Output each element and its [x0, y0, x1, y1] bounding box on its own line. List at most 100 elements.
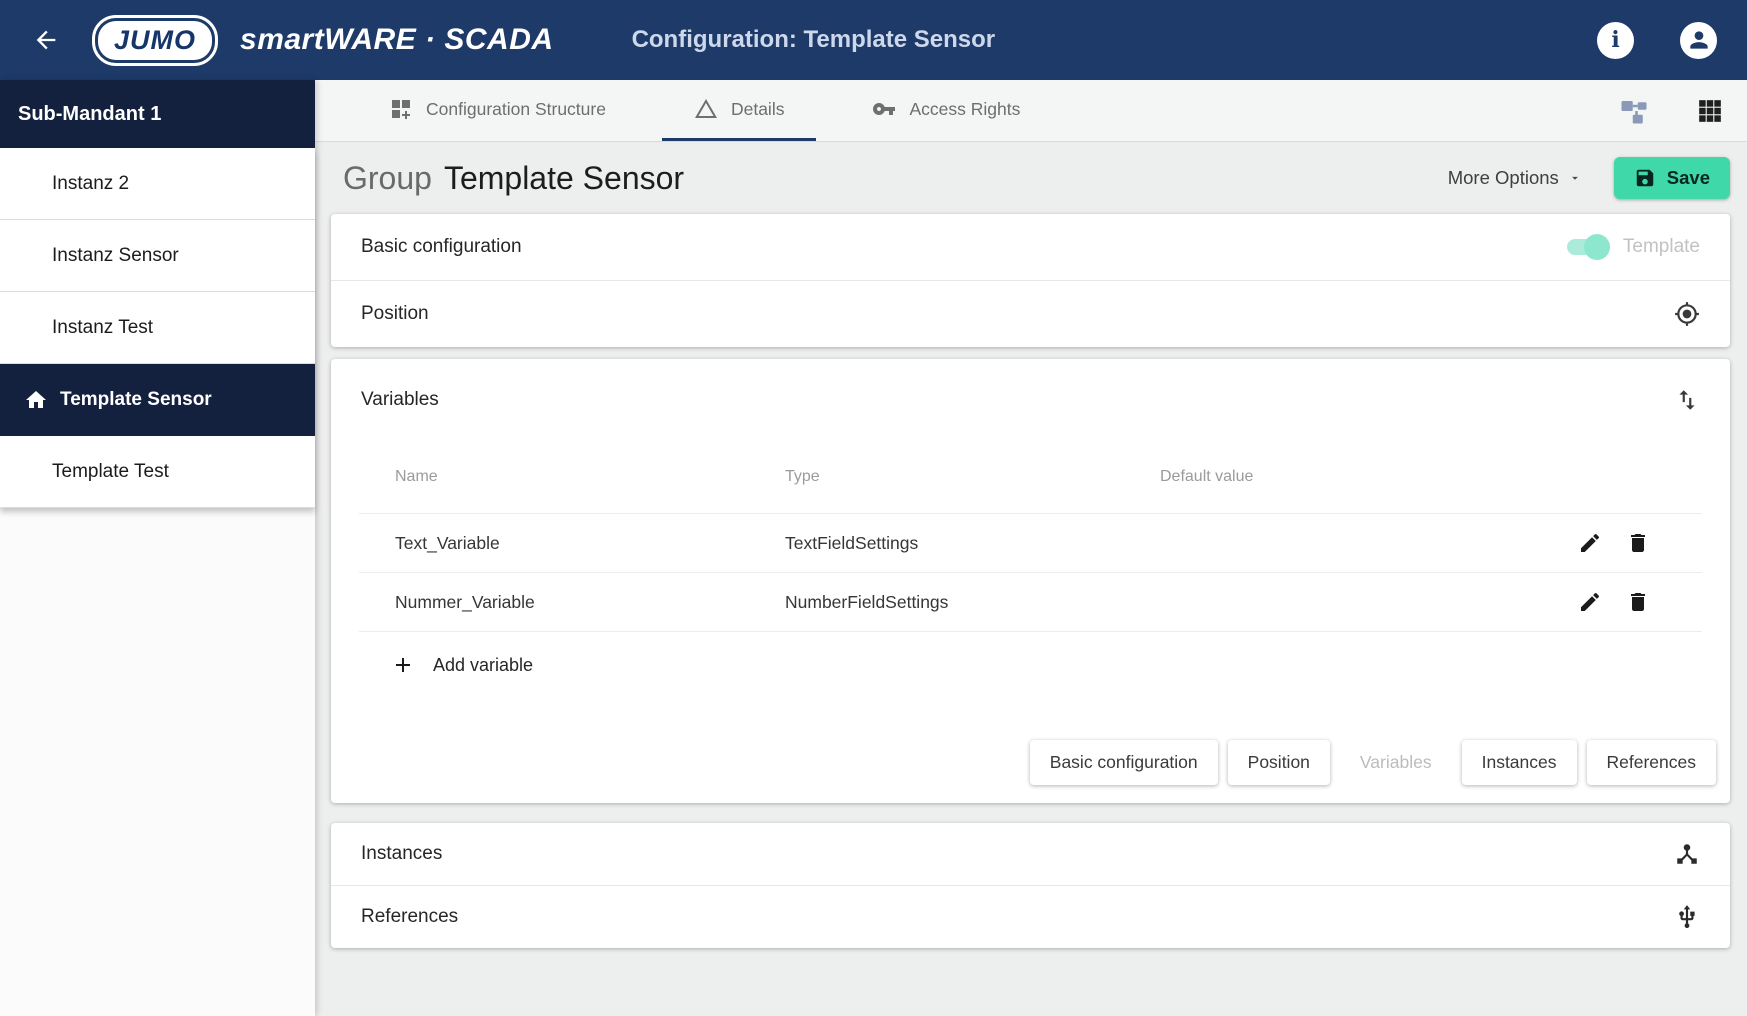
edit-variable-button[interactable]: [1578, 590, 1602, 614]
sidebar-item-instanz-test[interactable]: Instanz Test: [0, 292, 315, 364]
column-header-type: Type: [785, 468, 1160, 486]
card-variables: Variables Name Type Default value: [331, 359, 1730, 803]
card-basic-configuration: Basic configuration Template Position: [331, 214, 1730, 347]
topbar: JUMO smartWARE · SCADA Configuration: Te…: [0, 0, 1747, 80]
back-arrow-icon: [32, 26, 60, 54]
references-usb-button[interactable]: [1674, 904, 1700, 930]
tab-access-rights[interactable]: Access Rights: [840, 80, 1052, 141]
references-label: References: [361, 906, 458, 928]
reorder-variables-button[interactable]: [1674, 387, 1700, 413]
sidebar-item-label: Template Sensor: [60, 389, 212, 411]
position-label: Position: [361, 303, 429, 325]
tab-label: Configuration Structure: [426, 99, 606, 120]
sidebar-header: Sub-Mandant 1: [0, 80, 315, 148]
key-icon: [872, 97, 896, 121]
toggle-thumb: [1584, 234, 1610, 260]
swap-vert-icon: [1674, 387, 1700, 413]
variable-type: NumberFieldSettings: [785, 592, 1160, 613]
product-name: smartWARE · SCADA: [240, 23, 554, 57]
page-header: Group Template Sensor More Options: [315, 142, 1747, 214]
shortcut-variables-button: Variables: [1340, 740, 1452, 785]
tab-label: Access Rights: [909, 99, 1020, 120]
dashboard-customize-icon: [389, 97, 413, 121]
apps-grid-icon: [1697, 98, 1723, 124]
add-variable-button[interactable]: Add variable: [331, 632, 1730, 698]
sidebar-item-label: Template Test: [52, 461, 169, 483]
group-title-name: Template Sensor: [444, 160, 684, 197]
card-instances-references: Instances References: [331, 823, 1730, 948]
my-location-icon: [1674, 301, 1700, 327]
shortcut-position-button[interactable]: Position: [1228, 740, 1330, 785]
plus-icon: [391, 653, 415, 677]
sidebar-item-template-sensor[interactable]: Template Sensor: [0, 364, 315, 436]
variables-header-row: Variables: [331, 359, 1730, 441]
main-content: Configuration Structure Details Access R…: [315, 80, 1747, 1016]
sidebar-item-instanz-sensor[interactable]: Instanz Sensor: [0, 220, 315, 292]
trash-icon: [1626, 590, 1650, 614]
variable-name: Nummer_Variable: [395, 592, 785, 613]
variable-name: Text_Variable: [395, 533, 785, 554]
template-toggle-label: Template: [1623, 236, 1700, 258]
table-row-text-variable[interactable]: Text_Variable TextFieldSettings: [331, 514, 1730, 572]
warning-icon: [694, 97, 718, 121]
topbar-actions: i: [1597, 22, 1717, 59]
sidebar-item-instanz-2[interactable]: Instanz 2: [0, 148, 315, 220]
template-toggle[interactable]: [1567, 239, 1607, 255]
save-button[interactable]: Save: [1614, 157, 1730, 199]
tab-label: Details: [731, 99, 785, 120]
header-actions: More Options Save: [1448, 157, 1730, 199]
sidebar-item-label: Instanz Test: [52, 317, 153, 339]
column-header-default-value: Default value: [1160, 468, 1650, 486]
edit-variable-button[interactable]: [1578, 531, 1602, 555]
home-icon: [24, 388, 48, 412]
chevron-down-icon: [1568, 171, 1582, 185]
group-title: Group Template Sensor: [343, 160, 684, 197]
tree-view-button[interactable]: [1619, 96, 1649, 126]
delete-variable-button[interactable]: [1626, 531, 1650, 555]
sidebar-item-template-test[interactable]: Template Test: [0, 436, 315, 508]
sidebar-item-label: Instanz 2: [52, 173, 129, 195]
shortcut-instances-button[interactable]: Instances: [1462, 740, 1577, 785]
account-button[interactable]: [1680, 22, 1717, 59]
table-row-nummer-variable[interactable]: Nummer_Variable NumberFieldSettings: [331, 573, 1730, 631]
column-header-name: Name: [395, 468, 785, 486]
save-label: Save: [1667, 167, 1710, 189]
basic-configuration-row[interactable]: Basic configuration Template: [331, 214, 1730, 280]
more-options-label: More Options: [1448, 167, 1559, 189]
grid-view-button[interactable]: [1697, 98, 1723, 124]
section-shortcut-buttons: Basic configuration Position Variables I…: [331, 740, 1730, 803]
usb-icon: [1674, 904, 1700, 930]
tab-details[interactable]: Details: [662, 80, 817, 141]
trash-icon: [1626, 531, 1650, 555]
pencil-icon: [1578, 531, 1602, 555]
sidebar-item-label: Instanz Sensor: [52, 245, 179, 267]
account-icon: [1686, 27, 1712, 53]
delete-variable-button[interactable]: [1626, 590, 1650, 614]
sidebar-nav: Instanz 2 Instanz Sensor Instanz Test Te…: [0, 148, 315, 508]
position-target-button[interactable]: [1674, 301, 1700, 327]
add-variable-label: Add variable: [433, 655, 533, 676]
more-options-button[interactable]: More Options: [1448, 167, 1582, 189]
app-window: JUMO smartWARE · SCADA Configuration: Te…: [0, 0, 1747, 1016]
page-title: Configuration: Template Sensor: [632, 26, 996, 54]
shortcut-basic-configuration-button[interactable]: Basic configuration: [1030, 740, 1218, 785]
references-row[interactable]: References: [331, 886, 1730, 948]
jumo-logo-text: JUMO: [114, 25, 196, 55]
tab-configuration-structure[interactable]: Configuration Structure: [357, 80, 638, 141]
pencil-icon: [1578, 590, 1602, 614]
save-icon: [1634, 167, 1656, 189]
tabbar: Configuration Structure Details Access R…: [315, 80, 1747, 142]
instances-label: Instances: [361, 843, 442, 865]
shortcut-references-button[interactable]: References: [1587, 740, 1717, 785]
info-icon: i: [1611, 27, 1619, 53]
instances-row[interactable]: Instances: [331, 823, 1730, 885]
position-row[interactable]: Position: [331, 281, 1730, 347]
tabbar-icons: [1619, 80, 1747, 141]
info-button[interactable]: i: [1597, 22, 1634, 59]
variables-label: Variables: [361, 389, 439, 411]
instances-hub-button[interactable]: [1674, 841, 1700, 867]
schema-tree-icon: [1619, 96, 1649, 126]
jumo-logo: JUMO: [92, 15, 218, 66]
variables-table-header: Name Type Default value: [331, 441, 1730, 513]
back-button[interactable]: [26, 20, 66, 60]
